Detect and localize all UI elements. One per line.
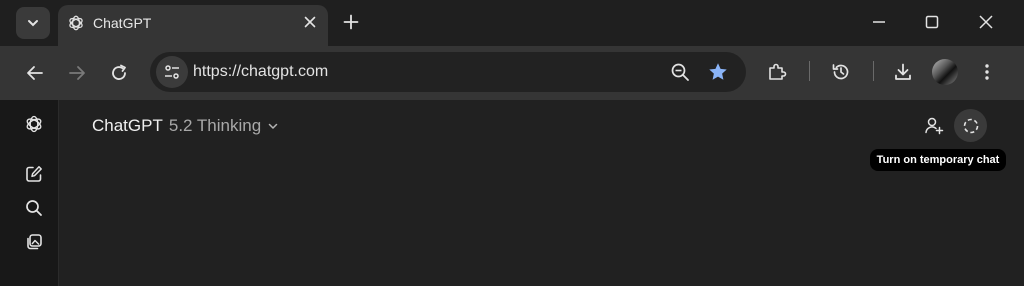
back-arrow-icon[interactable] bbox=[25, 63, 45, 83]
extensions-puzzle-icon[interactable] bbox=[767, 62, 787, 82]
history-icon[interactable] bbox=[831, 62, 851, 82]
reload-icon[interactable] bbox=[109, 63, 129, 83]
add-people-icon[interactable] bbox=[923, 115, 945, 137]
new-chat-edit-icon[interactable] bbox=[24, 164, 44, 184]
temporary-chat-button[interactable] bbox=[954, 109, 987, 142]
tune-icon bbox=[165, 65, 179, 79]
toolbar-divider bbox=[873, 61, 874, 81]
chevron-down-icon bbox=[28, 20, 38, 27]
forward-arrow-icon[interactable] bbox=[67, 63, 87, 83]
zoom-out-icon[interactable] bbox=[670, 62, 690, 82]
window-close-icon[interactable] bbox=[978, 14, 994, 30]
new-tab-plus-icon[interactable] bbox=[343, 14, 359, 30]
tab-search-button[interactable] bbox=[16, 7, 50, 39]
browser-toolbar: https://chatgpt.com bbox=[0, 46, 1024, 100]
brand-name: ChatGPT bbox=[92, 116, 163, 135]
tooltip: Turn on temporary chat bbox=[870, 149, 1006, 171]
tab-strip: ChatGPT bbox=[0, 0, 1024, 46]
tab-title: ChatGPT bbox=[93, 15, 152, 31]
site-info-button[interactable] bbox=[156, 56, 188, 88]
model-name: 5.2 Thinking bbox=[168, 116, 262, 135]
model-switcher[interactable]: ChatGPT 5.2 Thinking bbox=[92, 116, 279, 136]
library-images-icon[interactable] bbox=[24, 232, 44, 252]
maximize-icon[interactable] bbox=[924, 14, 940, 30]
star-icon[interactable] bbox=[707, 61, 729, 83]
chevron-down-icon bbox=[268, 123, 278, 130]
openai-logo-icon bbox=[69, 15, 83, 31]
sidebar-rail bbox=[0, 100, 59, 286]
dashed-circle-icon bbox=[963, 118, 978, 133]
page-content: ChatGPT 5.2 Thinking Turn on temporary c… bbox=[0, 100, 1024, 286]
close-icon[interactable] bbox=[302, 14, 318, 30]
openai-logo-icon[interactable] bbox=[24, 114, 44, 134]
download-icon[interactable] bbox=[893, 62, 913, 82]
address-bar[interactable]: https://chatgpt.com bbox=[150, 52, 746, 92]
minimize-icon[interactable] bbox=[871, 14, 887, 30]
toolbar-divider bbox=[809, 61, 810, 81]
browser-tab[interactable]: ChatGPT bbox=[58, 5, 328, 46]
url-text[interactable]: https://chatgpt.com bbox=[193, 63, 328, 81]
more-vertical-icon[interactable] bbox=[977, 62, 997, 82]
profile-avatar[interactable] bbox=[932, 59, 958, 85]
search-icon[interactable] bbox=[24, 198, 44, 218]
